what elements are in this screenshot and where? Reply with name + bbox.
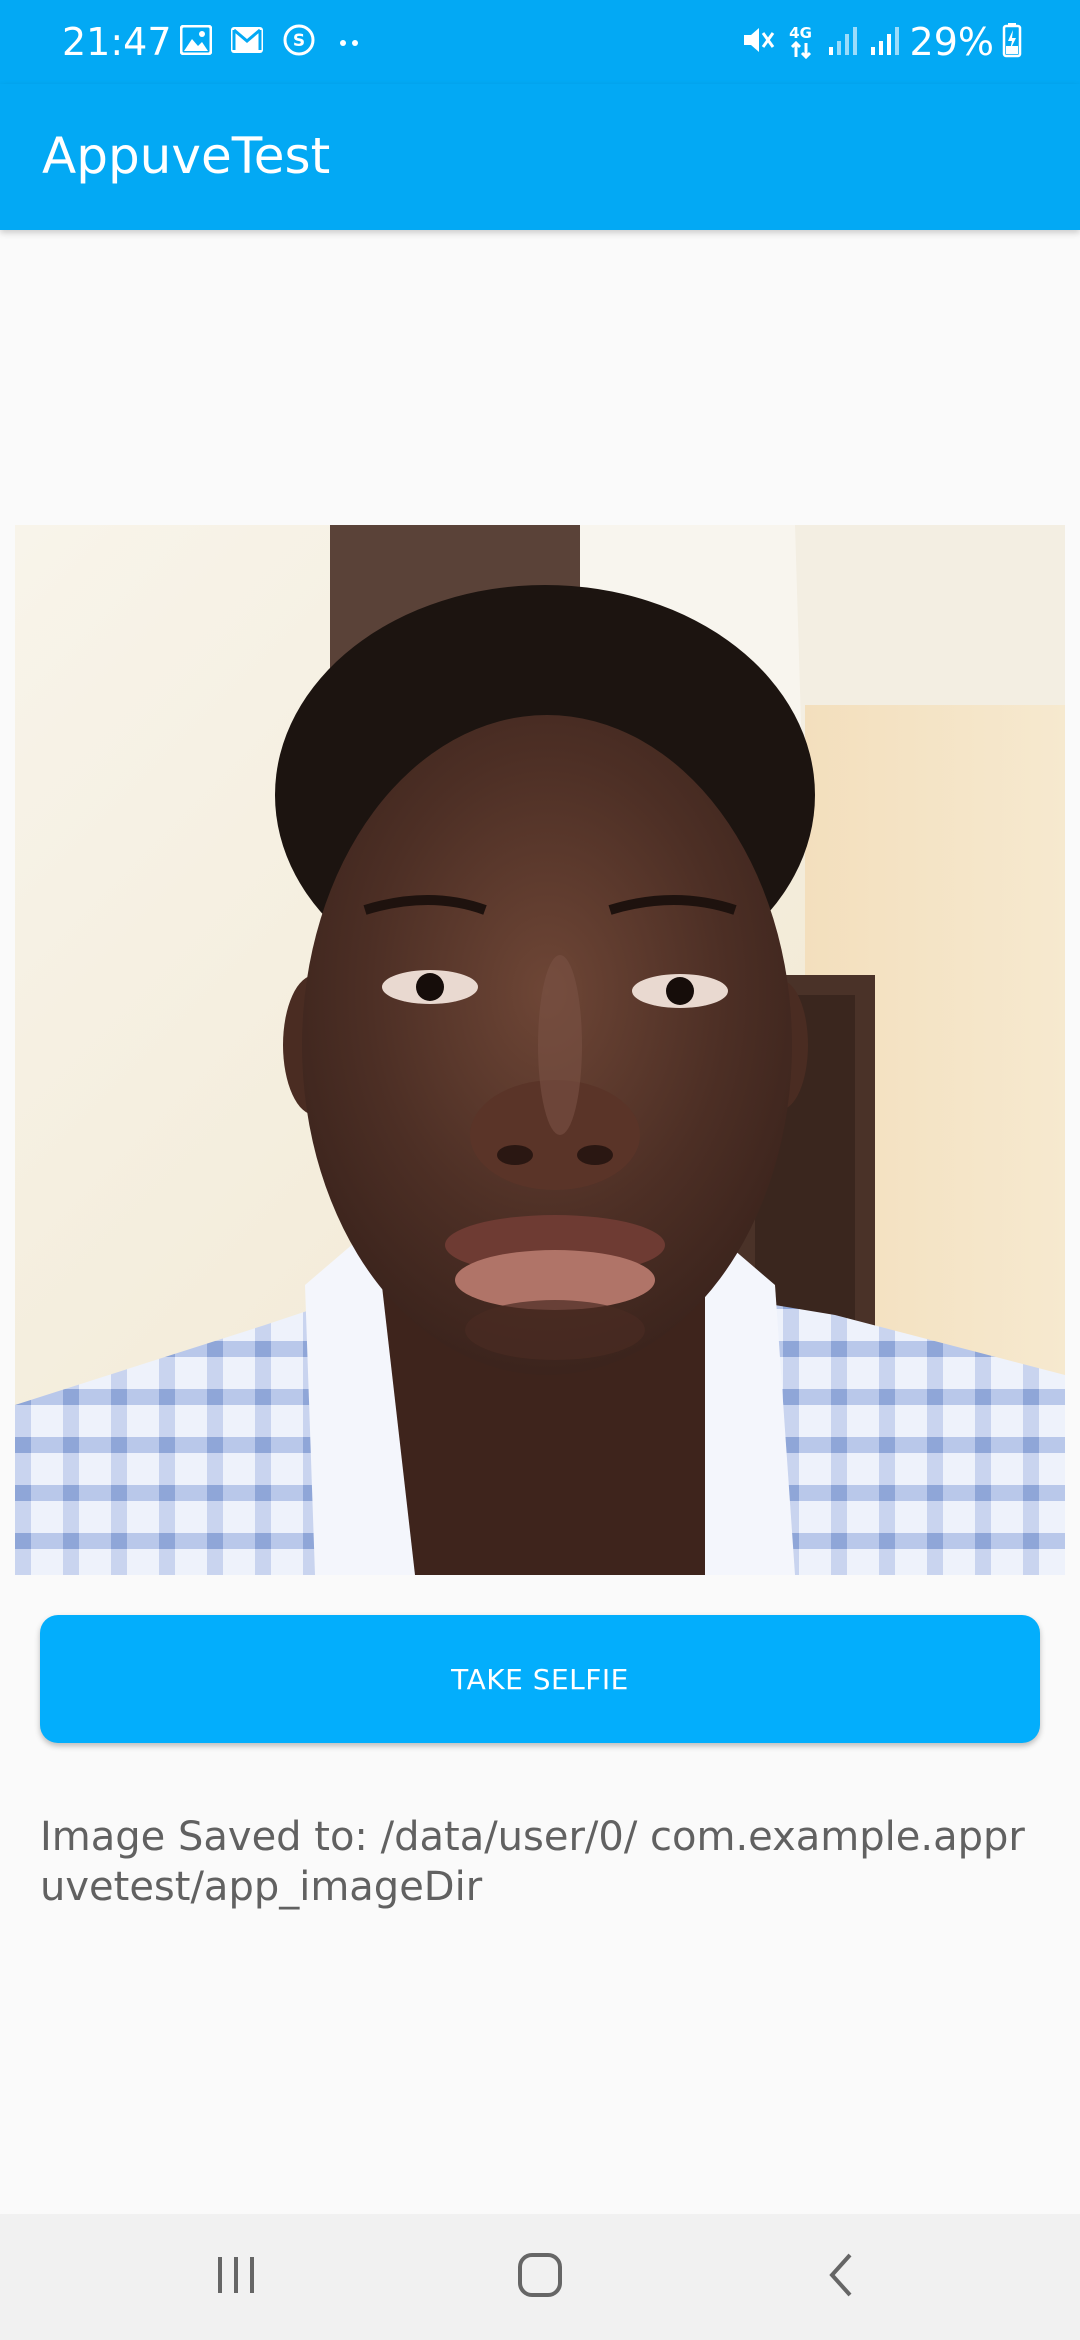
battery-charging-icon [1002, 22, 1022, 62]
selfie-photo-image [15, 525, 1065, 1575]
signal-icon [868, 23, 902, 61]
gallery-icon [179, 24, 213, 59]
app-bar: AppuveTest [0, 84, 1080, 230]
svg-text:S: S [293, 31, 305, 51]
status-time: 21:47 [62, 20, 172, 64]
recents-button[interactable] [146, 2214, 326, 2340]
system-status-icons: 4G 29% [740, 18, 1022, 66]
home-icon [516, 2251, 564, 2303]
back-button[interactable] [752, 2214, 932, 2340]
image-saved-path-text: Image Saved to: /data/user/0/ com.exampl… [40, 1814, 1025, 1910]
notification-icons: S [179, 23, 364, 61]
more-dots-icon [334, 33, 364, 52]
network-4g-label: 4G [789, 24, 812, 42]
home-button[interactable] [450, 2214, 630, 2340]
back-icon [822, 2251, 862, 2303]
signal-icon [826, 23, 860, 61]
app-title: AppuveTest [42, 127, 331, 185]
gmail-icon [230, 26, 264, 58]
navigation-bar [0, 2214, 1080, 2340]
skype-icon: S [282, 23, 316, 61]
battery-percent: 29% [909, 20, 994, 64]
status-bar: 21:47 S 4G 29% [0, 0, 1080, 84]
network-4g-icon: 4G [784, 25, 818, 59]
selfie-photo [15, 525, 1065, 1575]
recents-icon [214, 2255, 258, 2299]
mute-icon [740, 22, 776, 62]
screen: 21:47 S 4G 29% AppuveTest TAKE SELFIE Im… [0, 0, 1080, 2340]
take-selfie-button[interactable]: TAKE SELFIE [40, 1615, 1040, 1743]
